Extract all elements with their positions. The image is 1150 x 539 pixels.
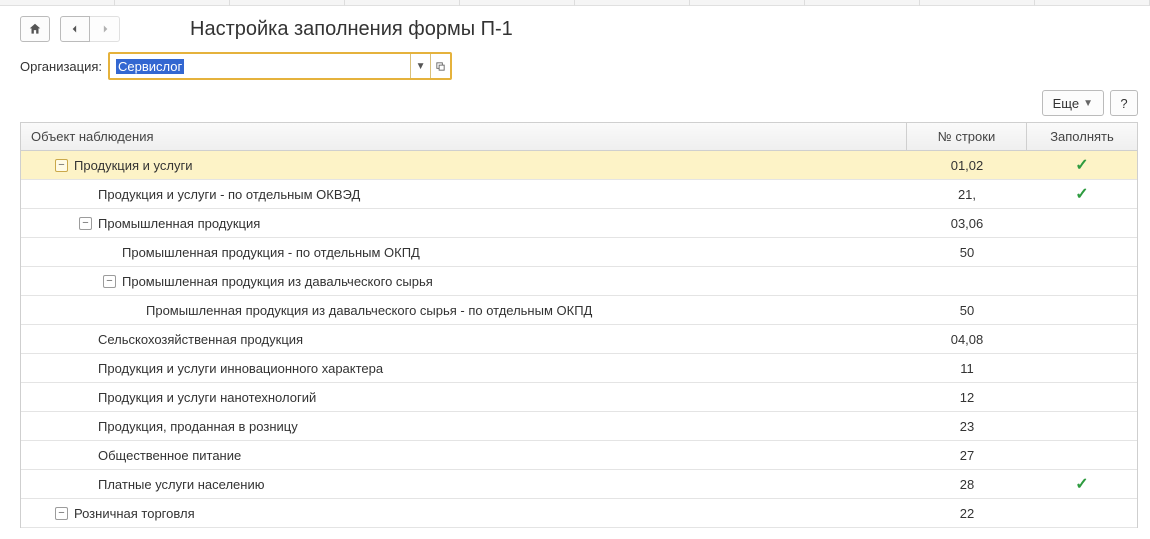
table-row[interactable]: Продукция и услуги нанотехнологий 12 xyxy=(21,383,1137,412)
cell-object: Сельскохозяйственная продукция xyxy=(21,332,907,347)
row-label: Платные услуги населению xyxy=(98,477,264,492)
top-ruler xyxy=(0,0,1150,6)
cell-object: Платные услуги населению xyxy=(21,477,907,492)
column-header-line[interactable]: № строки xyxy=(907,123,1027,150)
help-label: ? xyxy=(1120,96,1127,111)
cell-fill[interactable]: ✓ xyxy=(1027,184,1137,204)
cell-line-number: 50 xyxy=(907,303,1027,318)
page-title: Настройка заполнения формы П-1 xyxy=(190,18,513,41)
organization-input[interactable]: Сервислог xyxy=(110,56,410,77)
table-row[interactable]: Продукция и услуги - по отдельным ОКВЭД 2… xyxy=(21,180,1137,209)
cell-object: Продукция и услуги - по отдельным ОКВЭД xyxy=(21,187,907,202)
table-row[interactable]: −Продукция и услуги01,02✓ xyxy=(21,151,1137,180)
chevron-down-icon: ▼ xyxy=(416,61,426,72)
home-button[interactable] xyxy=(20,16,50,42)
row-label: Продукция и услуги - по отдельным ОКВЭД xyxy=(98,187,360,202)
table-row[interactable]: Платные услуги населению 28 ✓ xyxy=(21,470,1137,499)
table-row[interactable]: Продукция, проданная в розницу 23 xyxy=(21,412,1137,441)
cell-object: Продукция и услуги нанотехнологий xyxy=(21,390,907,405)
forward-button[interactable] xyxy=(90,16,120,42)
cell-fill[interactable]: ✓ xyxy=(1027,474,1137,494)
organization-open-button[interactable] xyxy=(430,54,450,78)
more-label: Еще xyxy=(1053,96,1079,111)
row-label: Промышленная продукция xyxy=(98,216,260,231)
table-row[interactable]: Продукция и услуги инновационного характ… xyxy=(21,354,1137,383)
arrow-right-icon xyxy=(98,22,112,36)
table-row[interactable]: Промышленная продукция из давальческого … xyxy=(21,296,1137,325)
cell-line-number: 50 xyxy=(907,245,1027,260)
cell-object: Продукция, проданная в розницу xyxy=(21,419,907,434)
column-header-object[interactable]: Объект наблюдения xyxy=(21,123,907,150)
table-row[interactable]: −Розничная торговля22 xyxy=(21,499,1137,528)
check-icon: ✓ xyxy=(1075,157,1088,174)
cell-object: −Промышленная продукция из давальческого… xyxy=(21,274,907,289)
cell-object: −Продукция и услуги xyxy=(21,158,907,173)
arrow-left-icon xyxy=(68,22,82,36)
row-label: Промышленная продукция из давальческого … xyxy=(146,303,592,318)
cell-line-number: 12 xyxy=(907,390,1027,405)
cell-fill[interactable]: ✓ xyxy=(1027,155,1137,175)
nav-group xyxy=(60,16,120,42)
collapse-icon[interactable]: − xyxy=(55,507,68,520)
column-header-fill[interactable]: Заполнять xyxy=(1027,123,1137,150)
cell-line-number: 11 xyxy=(907,361,1027,376)
row-label: Продукция и услуги xyxy=(74,158,192,173)
row-label: Продукция и услуги инновационного характ… xyxy=(98,361,383,376)
row-label: Общественное питание xyxy=(98,448,241,463)
grid-header: Объект наблюдения № строки Заполнять xyxy=(21,123,1137,151)
table-row[interactable]: Промышленная продукция - по отдельным ОК… xyxy=(21,238,1137,267)
collapse-icon[interactable]: − xyxy=(103,275,116,288)
right-controls: Еще ▼ ? xyxy=(0,90,1150,122)
grid-body: −Продукция и услуги01,02✓Продукция и усл… xyxy=(21,151,1137,528)
toolbar: Настройка заполнения формы П-1 xyxy=(0,6,1150,48)
row-label: Промышленная продукция из давальческого … xyxy=(122,274,433,289)
home-icon xyxy=(28,22,42,36)
table-row[interactable]: −Промышленная продукция из давальческого… xyxy=(21,267,1137,296)
cell-line-number: 27 xyxy=(907,448,1027,463)
cell-line-number: 23 xyxy=(907,419,1027,434)
cell-object: Общественное питание xyxy=(21,448,907,463)
row-label: Продукция, проданная в розницу xyxy=(98,419,298,434)
table-row[interactable]: Сельскохозяйственная продукция 04,08 xyxy=(21,325,1137,354)
cell-object: −Розничная торговля xyxy=(21,506,907,521)
collapse-icon[interactable]: − xyxy=(55,159,68,172)
cell-object: Промышленная продукция из давальческого … xyxy=(21,303,907,318)
cell-line-number: 28 xyxy=(907,477,1027,492)
check-icon: ✓ xyxy=(1075,476,1088,493)
organization-field[interactable]: Сервислог ▼ xyxy=(108,52,452,80)
organization-label: Организация: xyxy=(20,59,102,74)
cell-line-number: 01,02 xyxy=(907,158,1027,173)
organization-row: Организация: Сервислог ▼ xyxy=(0,48,1150,90)
collapse-icon[interactable]: − xyxy=(79,217,92,230)
cell-object: −Промышленная продукция xyxy=(21,216,907,231)
row-label: Сельскохозяйственная продукция xyxy=(98,332,303,347)
open-external-icon xyxy=(435,61,446,72)
table-row[interactable]: −Промышленная продукция03,06 xyxy=(21,209,1137,238)
row-label: Промышленная продукция - по отдельным ОК… xyxy=(122,245,420,260)
organization-dropdown-button[interactable]: ▼ xyxy=(410,54,430,78)
row-label: Розничная торговля xyxy=(74,506,195,521)
organization-value: Сервислог xyxy=(116,59,184,74)
grid: Объект наблюдения № строки Заполнять −Пр… xyxy=(20,122,1138,528)
more-button[interactable]: Еще ▼ xyxy=(1042,90,1104,116)
cell-line-number: 22 xyxy=(907,506,1027,521)
help-button[interactable]: ? xyxy=(1110,90,1138,116)
cell-line-number: 04,08 xyxy=(907,332,1027,347)
row-label: Продукция и услуги нанотехнологий xyxy=(98,390,316,405)
chevron-down-icon: ▼ xyxy=(1083,98,1093,109)
back-button[interactable] xyxy=(60,16,90,42)
table-row[interactable]: Общественное питание 27 xyxy=(21,441,1137,470)
check-icon: ✓ xyxy=(1075,186,1088,203)
cell-object: Промышленная продукция - по отдельным ОК… xyxy=(21,245,907,260)
cell-object: Продукция и услуги инновационного характ… xyxy=(21,361,907,376)
cell-line-number: 21, xyxy=(907,187,1027,202)
cell-line-number: 03,06 xyxy=(907,216,1027,231)
